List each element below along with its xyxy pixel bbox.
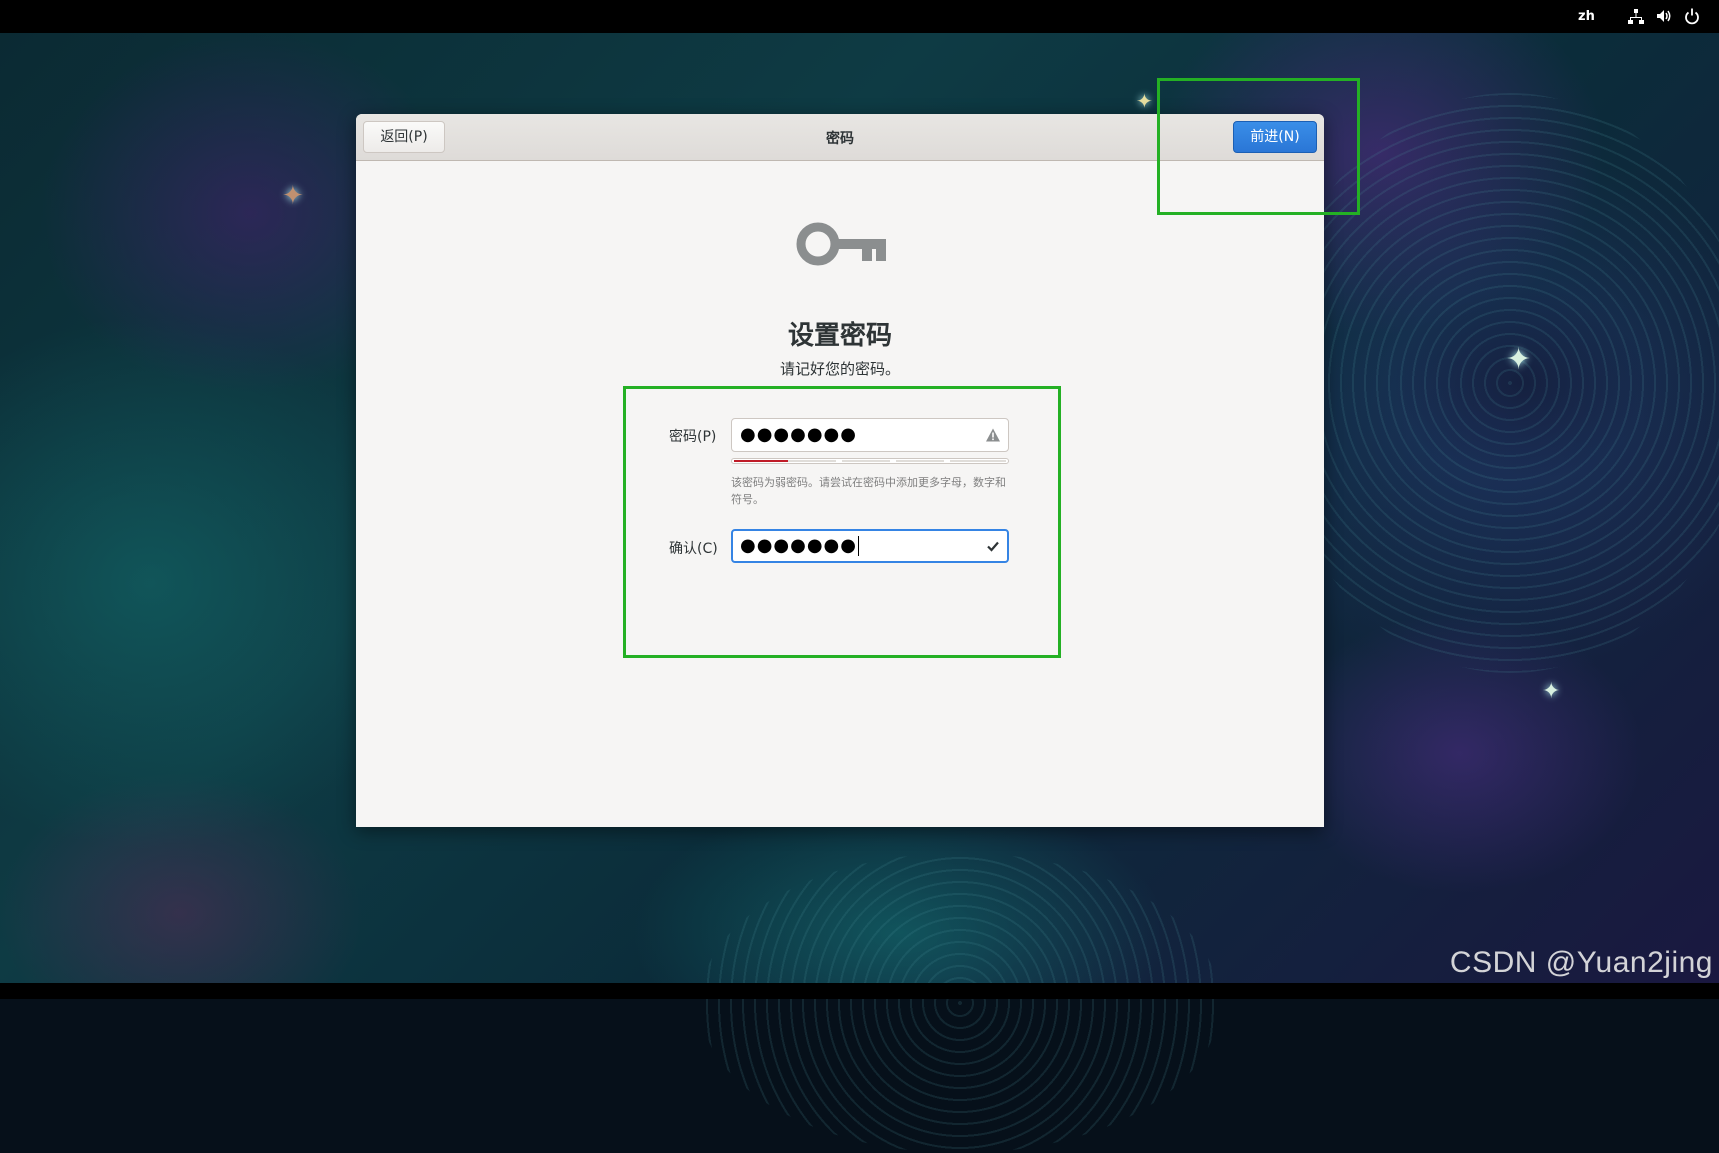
annotation-box-fields — [623, 386, 1061, 658]
page-title: 设置密码 — [787, 321, 892, 351]
star-decoration: ✦ — [282, 181, 304, 211]
annotation-box-next — [1157, 78, 1360, 215]
star-decoration: ✦ — [1136, 89, 1153, 113]
star-decoration: ✦ — [1542, 679, 1561, 704]
bottom-bar — [0, 983, 1719, 999]
volume-icon[interactable] — [1655, 6, 1673, 26]
language-indicator[interactable]: zh — [1578, 9, 1595, 24]
power-icon[interactable] — [1683, 6, 1701, 26]
key-icon — [796, 222, 886, 266]
page-subtitle: 请记好您的密码。 — [779, 360, 900, 378]
network-icon[interactable] — [1627, 6, 1645, 26]
watermark-text: CSDN @Yuan2jing — [1449, 946, 1713, 979]
top-bar: zh — [0, 0, 1719, 33]
star-decoration: ✦ — [1506, 342, 1532, 377]
background-rings — [700, 853, 1220, 1153]
